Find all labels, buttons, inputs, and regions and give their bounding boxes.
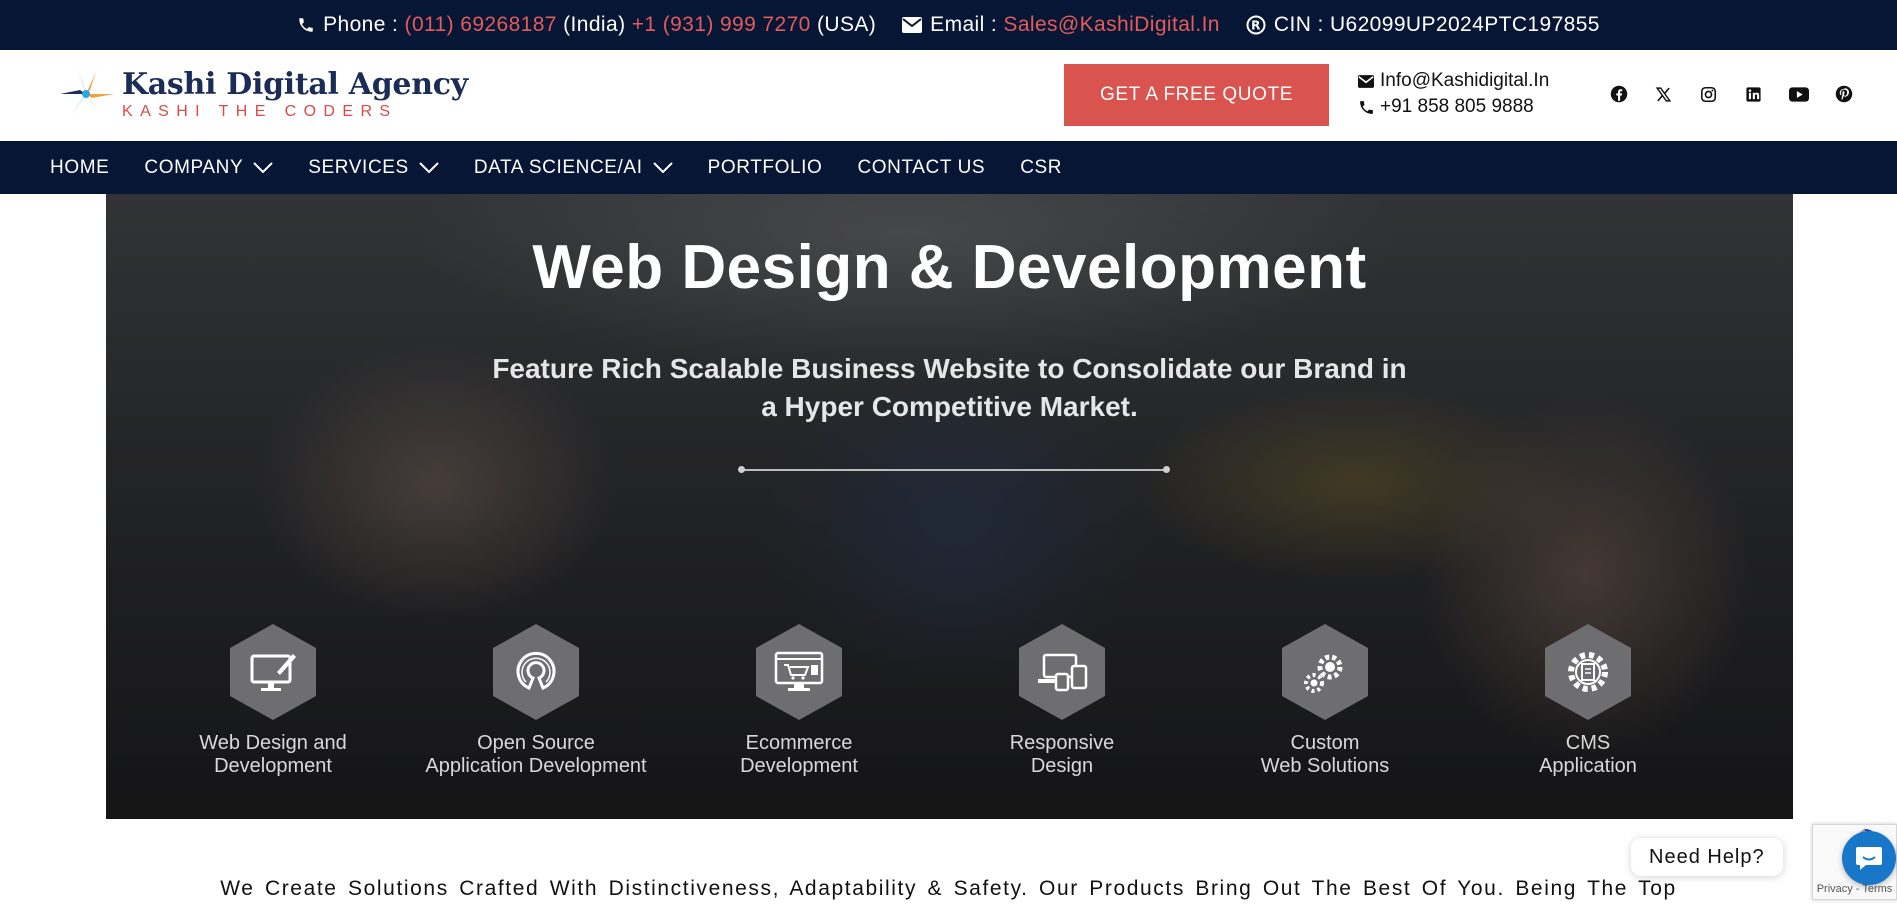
youtube-icon[interactable] [1776,82,1821,106]
gears-icon [1282,624,1368,720]
chevron-down-icon [253,161,273,174]
phone-icon [297,16,315,34]
cin-text: CIN : U62099UP2024PTC197855 [1273,13,1600,36]
devices-icon [1019,624,1105,720]
info-email-link[interactable]: Info@Kashidigital.In [1380,68,1549,94]
feature-cms[interactable]: CMS Application [1473,624,1703,778]
site-logo[interactable]: Kashi Digital Agency KASHI THE CODERS [56,64,468,124]
nav-item-portfolio[interactable]: PORTFOLIO [708,157,823,179]
email-info: Email : Sales@KashiDigital.In [902,13,1220,37]
pinterest-icon[interactable] [1821,82,1866,106]
chat-widget-button[interactable] [1842,831,1896,885]
nav-item-services[interactable]: SERVICES [308,157,439,179]
hero-subtitle: Feature Rich Scalable Business Website t… [492,353,1407,422]
header-contacts: Info@Kashidigital.In +91 858 805 9888 [1358,68,1549,120]
site-header: Kashi Digital Agency KASHI THE CODERS GE… [0,50,1897,141]
feature-ecommerce[interactable]: Ecommerce Development [684,624,914,778]
svg-text:R: R [1251,19,1261,33]
need-help-label[interactable]: Need Help? [1631,838,1783,876]
intro-tagline: We Create Solutions Crafted With Distinc… [220,877,1677,900]
phone-info: Phone : (011) 69268187 (India) +1 (931) … [297,13,876,37]
feature-responsive[interactable]: Responsive Design [947,624,1177,778]
chevron-down-icon [652,161,673,174]
feature-label: Custom Web Solutions [1260,732,1390,777]
monitor-pen-icon [230,624,316,720]
phone-label: Phone : [323,13,399,36]
facebook-icon[interactable] [1596,82,1641,106]
x-icon[interactable] [1641,82,1686,106]
phone-usa-link[interactable]: +1 (931) 999 7270 [632,13,811,37]
chat-bubble-icon [1856,847,1882,870]
social-links [1596,82,1866,106]
feature-web-design[interactable]: Web Design and Development [158,624,388,778]
phone-india-link[interactable]: (011) 69268187 [405,13,557,37]
logo-star-icon [56,64,116,124]
recaptcha-text: Privacy - Terms [1816,883,1893,895]
get-free-quote-button[interactable]: GET A FREE QUOTE [1064,64,1329,126]
feature-label: Open Source Application Development [425,732,647,777]
envelope-icon [902,17,923,33]
hero-title: Web Design & Development [532,233,1367,302]
nav-item-home[interactable]: HOME [50,157,109,179]
ecommerce-cart-icon [756,624,842,720]
nav-item-contact-us[interactable]: CONTACT US [857,157,985,179]
top-info-bar: Phone : (011) 69268187 (India) +1 (931) … [0,0,1897,50]
cin-info: R CIN : U62099UP2024PTC197855 [1246,13,1600,37]
email-label: Email : [930,13,998,36]
nav-item-company[interactable]: COMPANY [144,157,273,179]
feature-custom-solutions[interactable]: Custom Web Solutions [1210,624,1440,778]
main-navigation: HOME COMPANY SERVICES DATA SCIENCE/AI PO… [0,141,1897,194]
logo-subtitle: KASHI THE CODERS [122,102,398,120]
cms-gear-icon [1545,624,1631,720]
feature-label: Web Design and Development [199,732,347,777]
chevron-down-icon [419,161,439,174]
hero-divider [738,466,1170,473]
feature-label: CMS Application [1539,732,1637,777]
contact-phone-link[interactable]: +91 858 805 9888 [1380,94,1534,120]
feature-icons-row: Web Design and Development Open Source App… [106,624,1793,794]
linkedin-icon[interactable] [1731,82,1776,106]
usa-label: (USA) [817,13,877,36]
phone-icon [1358,99,1380,116]
feature-open-source[interactable]: Open Source Application Development [421,624,651,778]
sales-email-link[interactable]: Sales@KashiDigital.In [1003,13,1219,37]
open-source-icon [493,624,579,720]
hero-banner: Web Design & Development Feature Rich Sc… [106,194,1793,819]
nav-item-csr[interactable]: CSR [1020,157,1062,179]
logo-title: Kashi Digital Agency [122,66,468,102]
instagram-icon[interactable] [1686,82,1731,106]
india-label: (India) [563,13,626,36]
nav-item-data-science[interactable]: DATA SCIENCE/AI [474,157,673,179]
registered-icon: R [1246,15,1266,35]
feature-label: Ecommerce Development [740,732,858,777]
feature-label: Responsive Design [1009,732,1115,777]
envelope-icon [1358,74,1380,88]
